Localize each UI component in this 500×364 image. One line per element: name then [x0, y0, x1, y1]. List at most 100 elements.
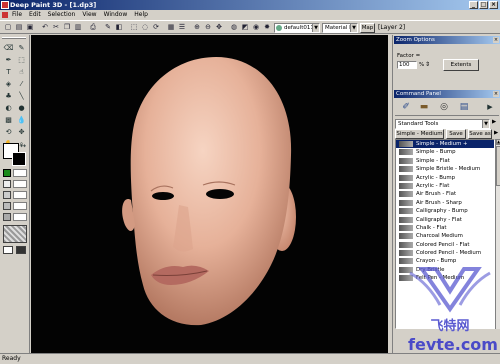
- zoom-factor-input[interactable]: 100: [397, 61, 417, 69]
- zoom-spinner-icon[interactable]: ⇕: [425, 61, 430, 68]
- quick-mask-button[interactable]: [16, 246, 26, 254]
- canvas[interactable]: [31, 35, 388, 353]
- grid-icon[interactable]: ▦: [166, 23, 176, 32]
- blur-icon[interactable]: 💧: [16, 115, 27, 125]
- list-item[interactable]: Acrylic - Bump: [396, 174, 494, 182]
- list-item[interactable]: Simple - Bump: [396, 148, 494, 156]
- list-item[interactable]: Colored Pencil - Medium: [396, 249, 494, 257]
- open-folder-icon[interactable]: ▤: [14, 23, 24, 32]
- shine-channel-value[interactable]: [13, 191, 27, 199]
- paste-icon[interactable]: ▥: [73, 23, 83, 32]
- rotate-icon[interactable]: ⟳: [151, 23, 161, 32]
- eraser-icon[interactable]: ⌫: [3, 43, 14, 53]
- chevron-down-icon[interactable]: ▼: [482, 120, 489, 128]
- zoom-in-icon[interactable]: ⊕: [192, 23, 202, 32]
- sphere-icon[interactable]: ◍: [229, 23, 239, 32]
- paint-icon[interactable]: ✎: [103, 23, 113, 32]
- cube-icon[interactable]: ◩: [240, 23, 250, 32]
- material-select[interactable]: Material B ▼: [322, 23, 358, 33]
- arrow-right-icon[interactable]: ▶: [494, 130, 498, 136]
- save-icon[interactable]: ▣: [25, 23, 35, 32]
- arrow-right-icon[interactable]: ▶: [485, 102, 495, 112]
- bump-channel-icon[interactable]: [3, 180, 11, 188]
- glow-channel-icon[interactable]: [3, 202, 11, 210]
- smudge-icon[interactable]: ☝: [16, 67, 27, 77]
- scroll-thumb[interactable]: [496, 146, 500, 186]
- lasso-icon[interactable]: ◌: [140, 23, 150, 32]
- list-item[interactable]: Air Brush - Sharp: [396, 199, 494, 207]
- bucket-icon[interactable]: ◈: [3, 79, 14, 89]
- color-channel-icon[interactable]: [3, 169, 11, 177]
- layers-stack-icon[interactable]: ▤: [457, 102, 471, 112]
- swap-colors-icon[interactable]: ↔: [19, 141, 27, 151]
- material-dropdown[interactable]: default011 ▼: [274, 23, 320, 33]
- bump-channel-value[interactable]: [13, 180, 27, 188]
- line-icon[interactable]: ╲: [16, 91, 27, 101]
- opacity-channel-value[interactable]: [13, 213, 27, 221]
- dodge-icon[interactable]: ◐: [3, 103, 14, 113]
- extents-button[interactable]: Extents: [443, 59, 479, 71]
- color-channel-value[interactable]: [13, 169, 27, 177]
- menu-selection[interactable]: Selection: [48, 10, 76, 20]
- close-button[interactable]: ×: [489, 1, 498, 9]
- print-icon[interactable]: ⎙: [88, 23, 98, 32]
- list-item[interactable]: Simple - Medium +: [396, 140, 494, 149]
- list-item[interactable]: Colored Pencil - Flat: [396, 241, 494, 249]
- pen-icon[interactable]: ✒: [3, 55, 14, 65]
- list-item[interactable]: Charcoal Medium: [396, 232, 494, 240]
- undo-icon[interactable]: ↶: [40, 23, 50, 32]
- select-icon[interactable]: ⬚: [129, 23, 139, 32]
- save-as-button[interactable]: Save as: [468, 129, 492, 139]
- close-icon[interactable]: ×: [493, 37, 499, 43]
- marquee-icon[interactable]: ⬚: [16, 55, 27, 65]
- maximize-button[interactable]: □: [479, 1, 488, 9]
- secondary-color-swatch[interactable]: [12, 152, 26, 166]
- light-icon[interactable]: ✸: [262, 23, 272, 32]
- minimize-button[interactable]: _: [469, 1, 478, 9]
- eyedropper-icon[interactable]: ⁄: [16, 79, 27, 89]
- arrow-right-icon[interactable]: ▶: [492, 119, 496, 125]
- list-item[interactable]: Calligraphy - Flat: [396, 216, 494, 224]
- move-icon[interactable]: ✥: [16, 127, 27, 137]
- mask-mode-button[interactable]: [3, 246, 13, 254]
- chevron-down-icon[interactable]: ▼: [312, 24, 319, 32]
- opacity-channel-icon[interactable]: [3, 213, 11, 221]
- paint-tube-icon[interactable]: ▬: [417, 102, 431, 112]
- rotate-view-icon[interactable]: ⟲: [3, 127, 14, 137]
- new-file-icon[interactable]: ▢: [3, 23, 13, 32]
- cut-icon[interactable]: ✂: [51, 23, 61, 32]
- paper-texture-preview[interactable]: [3, 225, 27, 243]
- save-button[interactable]: Save: [446, 129, 466, 139]
- map-button[interactable]: Map: [360, 23, 375, 33]
- glow-channel-value[interactable]: [13, 202, 27, 210]
- menu-help[interactable]: Help: [134, 10, 148, 20]
- preset-button[interactable]: Simple - Medium: [395, 129, 444, 139]
- menu-edit[interactable]: Edit: [29, 10, 41, 20]
- list-item[interactable]: Calligraphy - Bump: [396, 207, 494, 215]
- shine-channel-icon[interactable]: [3, 191, 11, 199]
- fill-icon[interactable]: ◧: [114, 23, 124, 32]
- list-item[interactable]: Acrylic - Flat: [396, 182, 494, 190]
- stamp-icon[interactable]: ♣: [3, 91, 14, 101]
- menu-view[interactable]: View: [82, 10, 96, 20]
- pan-icon[interactable]: ✥: [214, 23, 224, 32]
- brush-list-scrollbar[interactable]: ▲: [495, 139, 500, 329]
- list-item[interactable]: Air Brush - Flat: [396, 190, 494, 198]
- menu-file[interactable]: File: [12, 10, 22, 20]
- text-icon[interactable]: T: [3, 67, 14, 77]
- sphere-material-icon[interactable]: ◎: [437, 102, 451, 112]
- chevron-down-icon[interactable]: ▼: [350, 24, 357, 32]
- list-item[interactable]: Simple - Flat: [396, 157, 494, 165]
- layers-icon[interactable]: ☰: [177, 23, 187, 32]
- sponge-icon[interactable]: ▩: [3, 115, 14, 125]
- document-icon[interactable]: [2, 12, 8, 18]
- scroll-up-icon[interactable]: ▲: [496, 139, 500, 145]
- brush-icon[interactable]: ✎: [16, 43, 27, 53]
- copy-icon[interactable]: ❐: [62, 23, 72, 32]
- zoom-out-icon[interactable]: ⊖: [203, 23, 213, 32]
- list-item[interactable]: Simple Bristle - Medium: [396, 165, 494, 173]
- view-icon[interactable]: ◉: [251, 23, 261, 32]
- list-item[interactable]: Chalk - Flat: [396, 224, 494, 232]
- menu-window[interactable]: Window: [104, 10, 128, 20]
- burn-icon[interactable]: ●: [16, 103, 27, 113]
